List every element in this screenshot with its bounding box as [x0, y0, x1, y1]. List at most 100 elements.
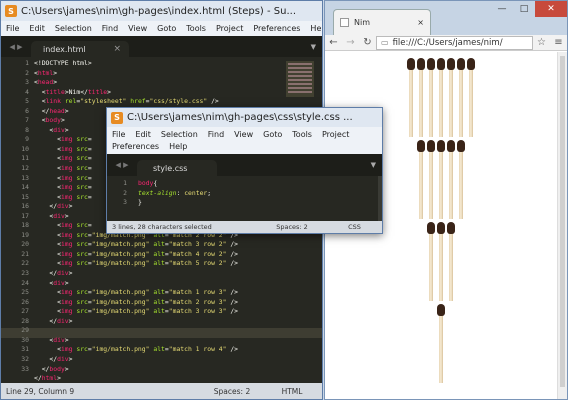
sublime-app-icon: S	[111, 111, 123, 124]
line-number: 27	[21, 307, 29, 316]
window-title: C:\Users\james\nim\gh-pages\index.html (…	[21, 5, 297, 17]
reload-icon[interactable]: ↻	[359, 37, 376, 48]
tab-bar: ◀ ▶ style.css ▼	[107, 154, 382, 176]
page-icon: ▭	[381, 38, 389, 47]
sublime-app-icon: S	[5, 5, 17, 17]
match-image[interactable]	[427, 222, 435, 302]
line-number: 30	[21, 335, 29, 344]
match-image[interactable]	[437, 140, 445, 220]
line-number: 29	[21, 326, 29, 335]
match-image[interactable]	[417, 58, 425, 138]
menu-edit[interactable]: Edit	[24, 24, 50, 33]
tab-style-css[interactable]: style.css	[137, 160, 217, 176]
chrome-tab-strip: Nim × — □ ✕	[325, 1, 567, 35]
match-row	[325, 222, 557, 302]
line-number: 3	[123, 198, 127, 207]
url-text: file:///C:/Users/james/nim/	[392, 37, 503, 48]
tab-label: index.html	[43, 44, 86, 54]
match-image[interactable]	[427, 140, 435, 220]
match-image[interactable]	[417, 140, 425, 220]
chevron-down-icon[interactable]: ▼	[371, 161, 376, 169]
back-arrow-icon[interactable]: ←	[325, 37, 342, 48]
line-number: 15	[21, 192, 29, 201]
match-image[interactable]	[437, 222, 445, 302]
status-spaces[interactable]: Spaces: 2	[202, 387, 262, 396]
line-number: 31	[21, 345, 29, 354]
menu-edit[interactable]: Edit	[130, 129, 156, 141]
line-number: 8	[25, 125, 29, 134]
vertical-scrollbar[interactable]	[378, 176, 382, 221]
menu-tools[interactable]: Tools	[287, 129, 317, 141]
star-icon[interactable]: ☆	[533, 37, 550, 48]
match-image[interactable]	[457, 58, 465, 138]
line-number: 19	[21, 230, 29, 239]
status-bar: Line 29, Column 9 Spaces: 2 HTML	[1, 383, 322, 399]
line-number: 32	[21, 354, 29, 363]
status-syntax[interactable]: HTML	[262, 387, 322, 396]
tab-scroll-arrows[interactable]: ◀ ▶	[1, 43, 31, 51]
menu-goto[interactable]: Goto	[258, 129, 287, 141]
window-controls: — □ ✕	[491, 1, 567, 17]
line-number: 20	[21, 240, 29, 249]
close-icon[interactable]: ✕	[535, 1, 567, 17]
tab-bar: ◀ ▶ index.html × ▼	[1, 36, 322, 57]
code-editor[interactable]: 123 body{ text-align: center; }	[107, 176, 382, 221]
line-number: 28	[21, 316, 29, 325]
match-image[interactable]	[457, 140, 465, 220]
tab-scroll-arrows[interactable]: ◀ ▶	[107, 161, 137, 169]
line-number: 1	[25, 59, 29, 67]
line-number: 13	[21, 173, 29, 182]
match-image[interactable]	[467, 58, 475, 138]
menu-find[interactable]: Find	[97, 24, 123, 33]
match-image[interactable]	[407, 58, 415, 138]
menu-help[interactable]: Help	[305, 24, 322, 33]
menu-selection[interactable]: Selection	[156, 129, 203, 141]
line-number: 12	[21, 164, 29, 173]
menu-file[interactable]: File	[1, 24, 24, 33]
menu-tools[interactable]: Tools	[181, 24, 211, 33]
menu-view[interactable]: View	[123, 24, 152, 33]
menu-preferences[interactable]: Preferences	[248, 24, 305, 33]
status-position: Line 29, Column 9	[6, 386, 75, 396]
menu-project[interactable]: Project	[317, 129, 354, 141]
match-image[interactable]	[447, 140, 455, 220]
menu-find[interactable]: Find	[203, 129, 229, 141]
menu-view[interactable]: View	[229, 129, 258, 141]
menu-goto[interactable]: Goto	[152, 24, 181, 33]
line-number: 11	[21, 154, 29, 163]
maximize-icon[interactable]: □	[513, 1, 535, 17]
match-image[interactable]	[447, 58, 455, 138]
menu-preferences[interactable]: Preferences	[107, 141, 164, 153]
tab-index-html[interactable]: index.html ×	[31, 41, 129, 57]
code-text[interactable]: body{ text-align: center; }	[138, 179, 342, 208]
status-syntax[interactable]: CSS	[327, 223, 382, 231]
status-spaces[interactable]: Spaces: 2	[257, 223, 327, 231]
browser-tab-title: Nim	[354, 18, 370, 27]
match-image[interactable]	[427, 58, 435, 138]
menu-help[interactable]: Help	[164, 141, 192, 153]
match-image[interactable]	[437, 58, 445, 138]
menu-project[interactable]: Project	[211, 24, 248, 33]
menu-icon[interactable]: ≡	[550, 37, 567, 48]
line-number: 33	[21, 364, 29, 373]
chevron-down-icon[interactable]: ▼	[311, 43, 316, 51]
close-icon[interactable]: ×	[113, 44, 121, 54]
forward-arrow-icon[interactable]: →	[342, 37, 359, 48]
line-number: 4	[25, 87, 29, 96]
line-number: 5	[25, 97, 29, 106]
minimap[interactable]	[286, 61, 314, 97]
browser-tab[interactable]: Nim ×	[333, 9, 431, 35]
match-image[interactable]	[447, 222, 455, 302]
close-icon[interactable]: ×	[417, 18, 424, 27]
menu-bar: File Edit Selection Find View Goto Tools…	[1, 21, 322, 36]
menu-selection[interactable]: Selection	[50, 24, 97, 33]
menu-file[interactable]: File	[107, 129, 130, 141]
vertical-scrollbar[interactable]	[557, 52, 567, 399]
line-number: 24	[21, 278, 29, 287]
menu-bar: File Edit Selection Find View Goto Tools…	[107, 127, 382, 154]
line-number: 6	[25, 106, 29, 115]
match-image[interactable]	[437, 304, 445, 384]
minimize-icon[interactable]: —	[491, 1, 513, 17]
line-number: 14	[21, 183, 29, 192]
address-bar[interactable]: ▭ file:///C:/Users/james/nim/	[376, 35, 533, 50]
